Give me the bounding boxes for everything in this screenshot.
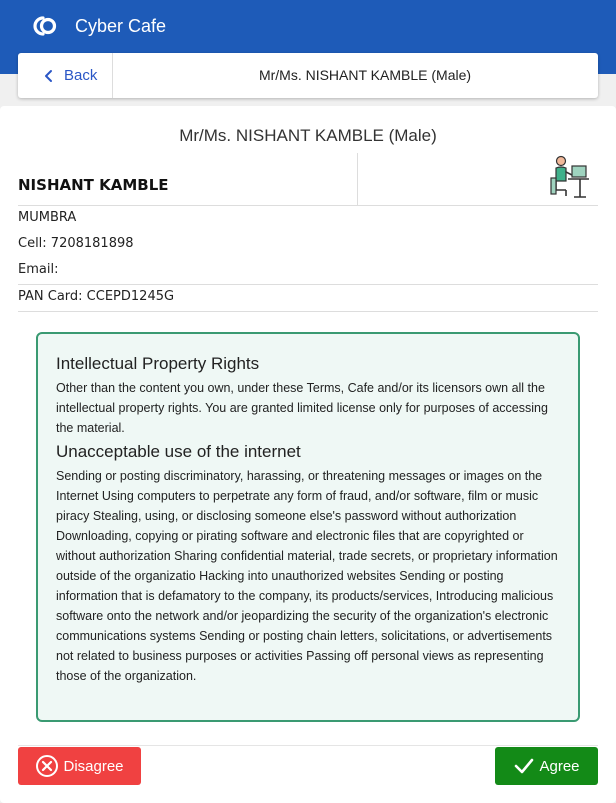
customer-cell: Cell: 7208181898 bbox=[18, 236, 134, 251]
cc-logo-icon bbox=[33, 16, 57, 36]
customer-name: NISHANT KAMBLE bbox=[18, 176, 169, 194]
terms-section-text: Other than the content you own, under th… bbox=[56, 381, 548, 435]
disagree-button[interactable]: Disagree bbox=[18, 747, 141, 785]
customer-address: MUMBRA bbox=[18, 210, 77, 225]
customer-email: Email: bbox=[18, 262, 59, 277]
nav-title: Mr/Ms. NISHANT KAMBLE (Male) bbox=[258, 67, 472, 83]
page-title: Mr/Ms. NISHANT KAMBLE (Male) bbox=[179, 126, 437, 145]
divider bbox=[18, 745, 598, 746]
terms-section-text: Sending or posting discriminatory, haras… bbox=[56, 469, 558, 683]
agree-button[interactable]: Agree bbox=[495, 747, 598, 785]
customer-pan: PAN Card: CCEPD1245G bbox=[18, 289, 175, 304]
app-title: Cyber Cafe bbox=[75, 16, 167, 36]
terms-section-title: Intellectual Property Rights bbox=[56, 354, 260, 373]
divider bbox=[357, 153, 358, 206]
close-circle-icon bbox=[36, 755, 59, 777]
person-at-computer-icon bbox=[550, 155, 589, 198]
divider bbox=[18, 311, 598, 312]
main-card: Mr/Ms. NISHANT KAMBLE (Male) NISHANT KAM… bbox=[0, 106, 616, 803]
checkmark-icon bbox=[515, 758, 534, 774]
terms-panel[interactable]: Intellectual Property Rights Other than … bbox=[36, 332, 580, 722]
agree-label: Agree bbox=[539, 757, 580, 775]
chevron-left-icon bbox=[45, 69, 52, 82]
divider bbox=[18, 205, 598, 206]
nav-bar: Back Mr/Ms. NISHANT KAMBLE (Male) bbox=[18, 53, 598, 98]
divider bbox=[18, 284, 598, 285]
disagree-label: Disagree bbox=[63, 757, 124, 775]
back-button[interactable]: Back bbox=[18, 53, 113, 98]
terms-section-title: Unacceptable use of the internet bbox=[56, 442, 301, 461]
back-label: Back bbox=[64, 67, 98, 84]
